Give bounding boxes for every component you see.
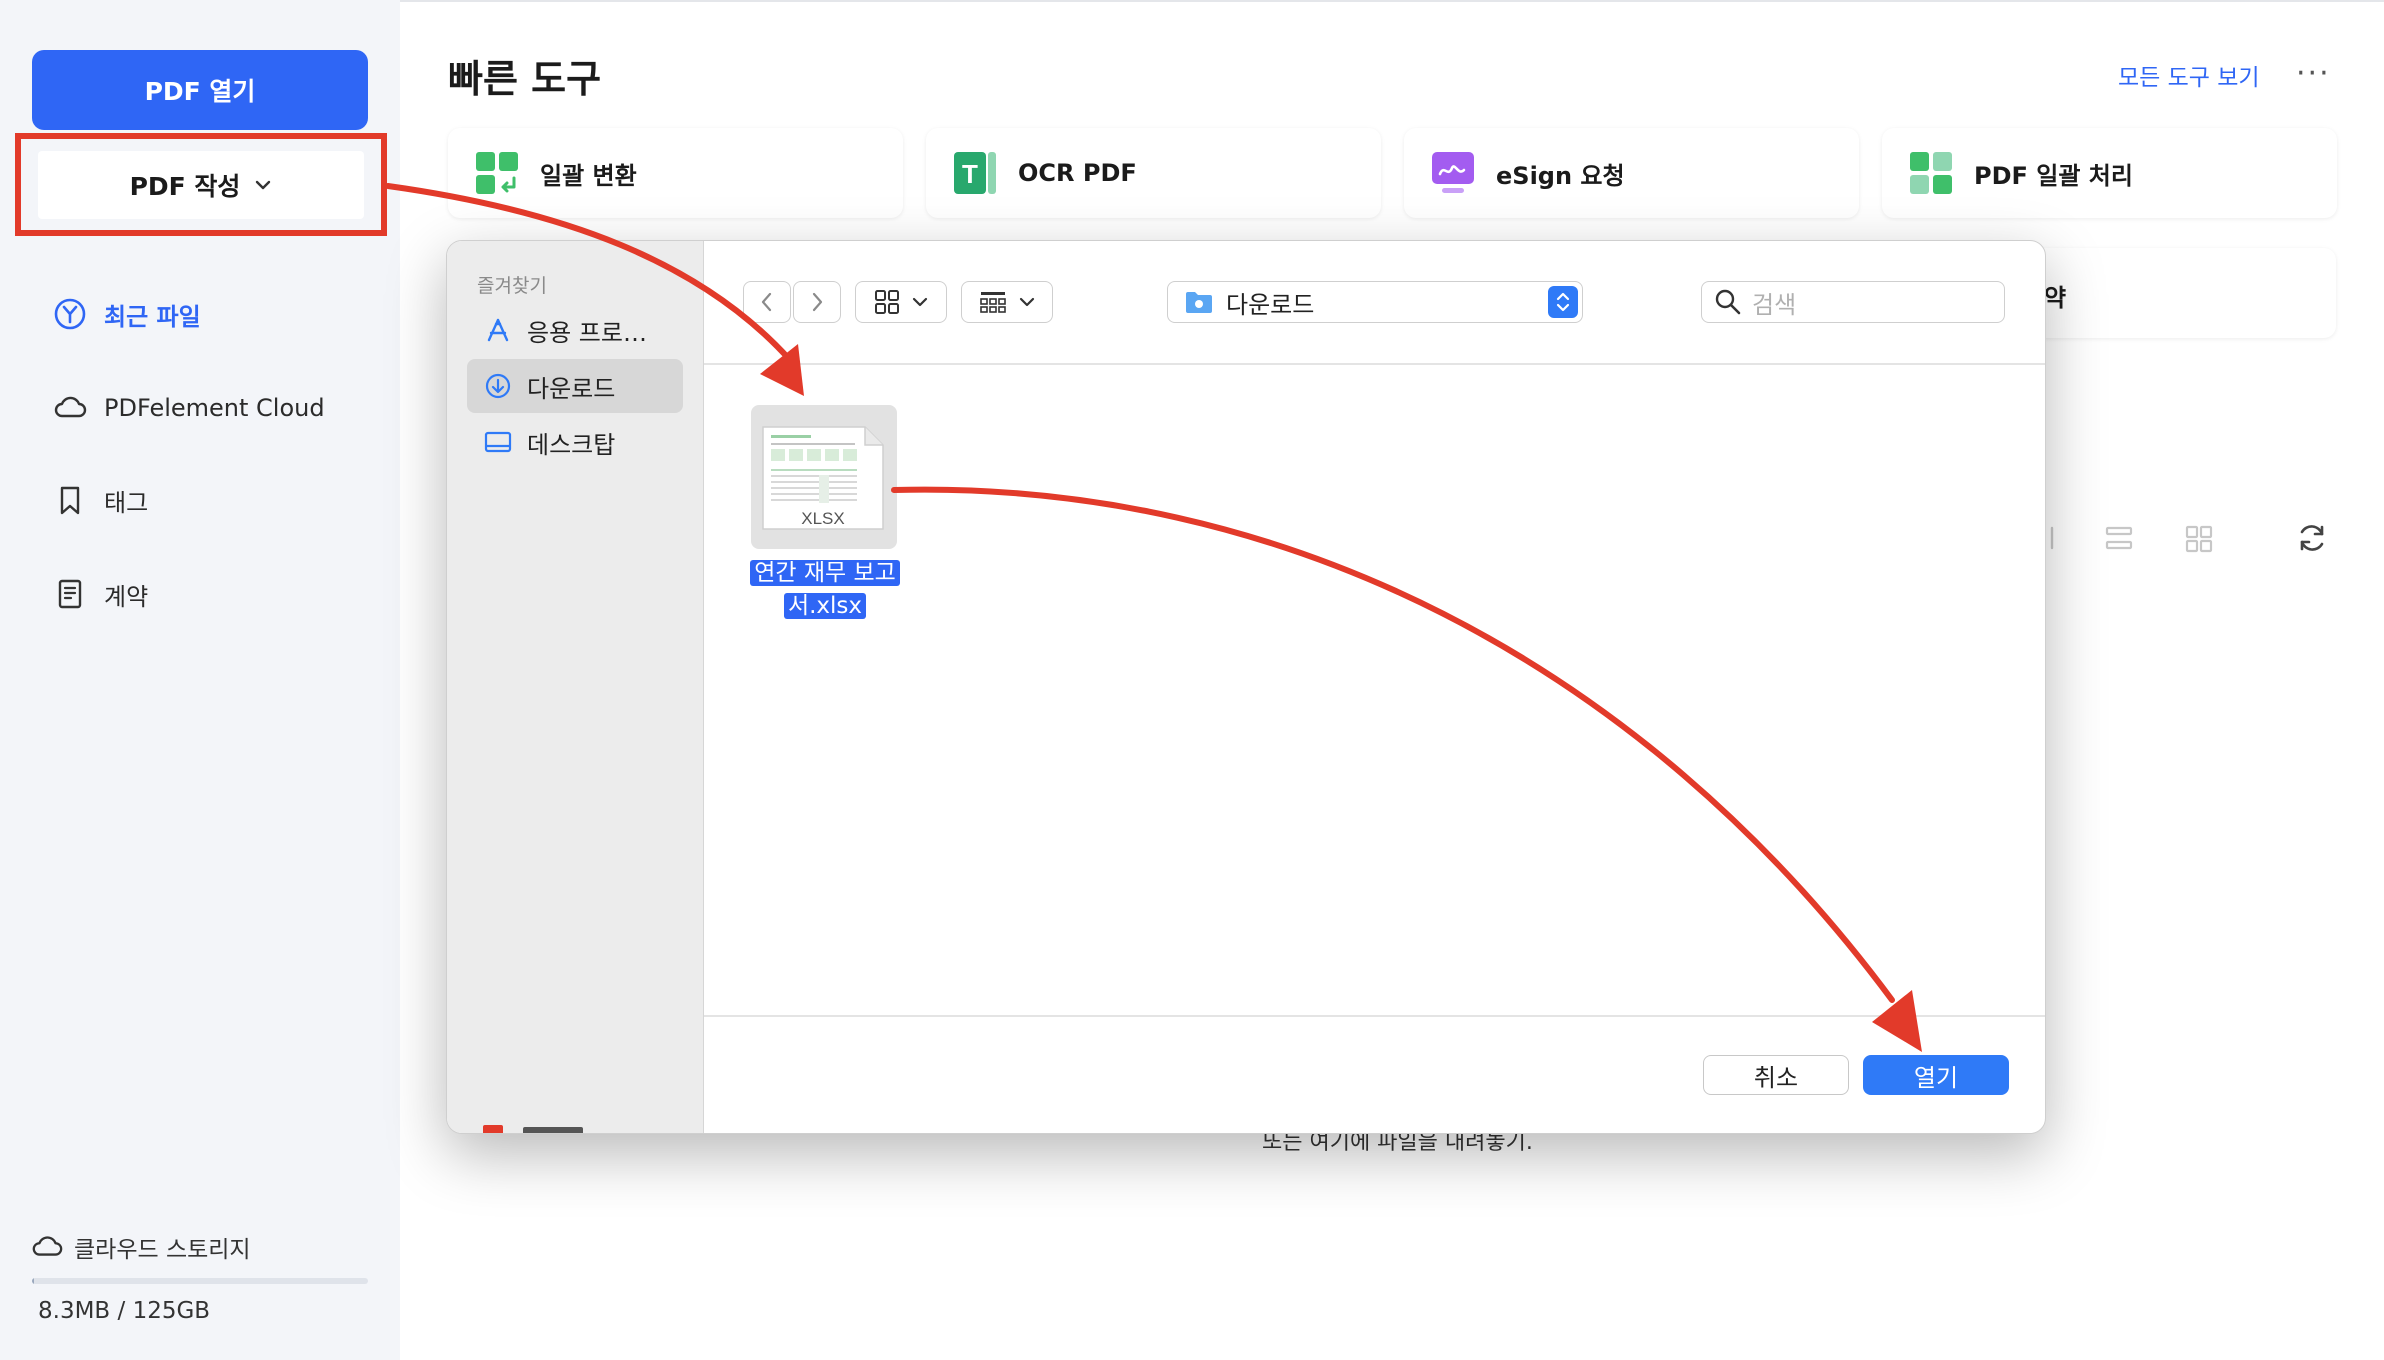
folder-icon [1186,292,1212,313]
sidebar-item-label: 최근 파일 [104,302,201,331]
favorite-label: 데스크탑 [527,430,616,459]
favorite-label: 다운로드 [527,374,616,403]
storage-progress-fill [32,1278,34,1284]
cloud-storage-label: 클라우드 스토리지 [74,1237,251,1263]
cancel-button[interactable]: 취소 [1703,1055,1849,1095]
spreadsheet-thumbnail-icon: XLSX [762,426,884,530]
tool-card-esign[interactable]: eSign 요청 [1404,128,1859,218]
open-button[interactable]: 열기 [1863,1055,2009,1095]
recent-icon [54,298,86,330]
list-view-icon[interactable] [2104,520,2134,556]
search-field[interactable]: 검색 [1701,281,2005,323]
file-name: 연간 재무 보고 서.xlsx [747,557,903,623]
tool-card-label: eSign 요청 [1496,161,1625,190]
tool-card-ocr[interactable]: T OCR PDF [926,128,1381,218]
batch-convert-icon [476,152,518,194]
chevron-right-icon [812,292,823,312]
dialog-sidebar: 즐겨찾기 응용 프로… 다운로드 데스크탑 [447,241,704,1133]
icon-view-icon [875,290,899,314]
file-open-dialog: 즐겨찾기 응용 프로… 다운로드 데스크탑 다운로드 검색 XLSX 연간 재무… [446,240,2046,1134]
tool-card-partial-label: 약 [2044,284,2067,312]
up-down-chevron-icon [1556,292,1570,312]
tool-card-label: OCR PDF [1018,159,1137,187]
view-mode-button[interactable] [855,281,947,323]
favorite-clipped-item [483,1125,583,1133]
location-stepper[interactable] [1548,286,1578,318]
location-select[interactable]: 다운로드 [1167,281,1583,323]
create-pdf-button[interactable]: PDF 작성 [38,151,364,219]
sidebar-item-contract[interactable]: 계약 [52,572,148,616]
desktop-icon [484,431,512,453]
file-name-line2: 서.xlsx [783,593,867,619]
group-view-icon [980,292,1006,313]
sidebar-item-label: 태그 [104,488,149,517]
storage-used: 8.3MB / 125GB [38,1298,211,1324]
search-icon [1715,289,1741,315]
sidebar-item-label: 계약 [104,582,149,611]
page-title: 빠른 도구 [448,57,602,101]
favorite-desktop[interactable]: 데스크탑 [467,415,683,469]
batch-process-icon [1910,152,1952,194]
create-pdf-label: PDF 작성 [129,172,241,201]
chevron-down-icon [912,297,928,307]
cloud-icon [32,1236,63,1256]
sidebar: PDF 열기 PDF 작성 최근 파일 PDFelement Cloud 태그 [0,0,400,1360]
chevron-left-icon [761,292,772,312]
tool-card-label: PDF 일괄 처리 [1974,161,2133,190]
favorite-applications[interactable]: 응용 프로… [467,303,683,357]
chevron-down-icon [256,180,271,190]
group-mode-button[interactable] [961,281,1053,323]
all-tools-link[interactable]: 모든 도구 보기 [2118,58,2260,92]
tool-card-partial[interactable] [2030,248,2336,338]
create-pdf-highlight: PDF 작성 [15,133,387,236]
toolbar-divider [704,363,2045,365]
refresh-icon[interactable] [2294,520,2330,556]
sidebar-item-cloud[interactable]: PDFelement Cloud [52,386,325,430]
file-name-line1: 연간 재무 보고 [750,560,900,586]
cloud-icon [54,396,87,418]
cloud-storage[interactable]: 클라우드 스토리지 [30,1230,251,1264]
bookmark-icon [60,486,80,515]
location-label: 다운로드 [1226,290,1315,319]
open-pdf-button[interactable]: PDF 열기 [32,50,368,130]
sidebar-item-tags[interactable]: 태그 [52,478,148,522]
sidebar-item-recent[interactable]: 최근 파일 [52,292,201,336]
chevron-down-icon [1019,297,1035,307]
favorite-downloads[interactable]: 다운로드 [467,359,683,413]
back-button[interactable] [743,281,791,323]
download-icon [485,373,511,399]
storage-progress-bar [32,1278,368,1284]
ocr-icon: T [954,152,996,194]
favorite-label: 응용 프로… [527,318,647,347]
tool-card-batch-process[interactable]: PDF 일괄 처리 [1882,128,2337,218]
tool-card-label: 일괄 변환 [540,161,637,190]
contract-icon [58,579,82,609]
svg-text:T: T [962,159,978,189]
forward-button[interactable] [793,281,841,323]
grid-view-icon[interactable] [2184,520,2214,556]
search-placeholder: 검색 [1752,290,1797,319]
sidebar-item-label: PDFelement Cloud [104,394,325,422]
footer-divider [704,1015,2045,1017]
more-options-button[interactable]: ··· [2296,56,2331,91]
esign-icon [1432,152,1474,193]
favorites-title: 즐겨찾기 [477,275,547,297]
tool-card-batch-convert[interactable]: 일괄 변환 [448,128,903,218]
file-type-label: XLSX [801,509,844,528]
applications-icon [487,318,509,342]
